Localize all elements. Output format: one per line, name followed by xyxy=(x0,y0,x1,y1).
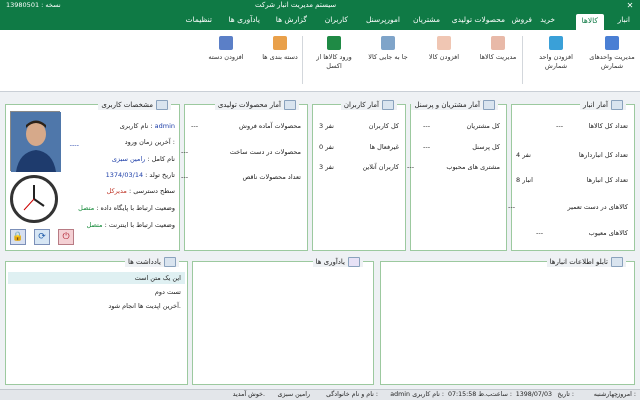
tab-products[interactable]: محصولات تولیدی xyxy=(452,15,505,24)
power-button[interactable]: ⏻ xyxy=(58,229,74,245)
window-title: سیستم مدیریت انبار شرکت xyxy=(255,1,337,9)
factory-icon xyxy=(284,100,296,110)
manage-goods-button[interactable]: مدیریت کالاها xyxy=(472,36,524,62)
units-button[interactable]: مدیریت واحدهای شمارش xyxy=(586,36,638,71)
refresh-button[interactable]: ⟳ xyxy=(34,229,50,245)
tab-sales[interactable]: فروش xyxy=(511,15,532,24)
tab-warehouse[interactable]: انبار xyxy=(618,15,630,24)
version-label: نسخه : 13980501 xyxy=(6,1,61,9)
grid-icon xyxy=(605,36,619,50)
tab-goods[interactable]: کالاها xyxy=(575,14,604,30)
list-item[interactable]: آخرین اپدیت ها انجام شود. xyxy=(8,300,185,312)
clock-icon xyxy=(10,175,58,223)
ribbon: مدیریت واحدهای شمارش افزودن واحد شمارش م… xyxy=(0,30,640,92)
list-icon xyxy=(219,36,233,50)
tab-personnel[interactable]: امورپرسنل xyxy=(366,15,400,24)
tab-reminders[interactable]: یادآوری ها xyxy=(228,15,260,24)
notes-panel: یادداشت ها این یک متن است تست دوم آخرین … xyxy=(5,257,188,385)
move-goods-button[interactable]: جا به جایی کالا xyxy=(362,36,414,62)
folder-icon xyxy=(273,36,287,50)
tab-customers[interactable]: مشتریان xyxy=(413,15,440,24)
move-icon xyxy=(381,36,395,50)
avatar xyxy=(10,111,61,172)
grid-add-icon xyxy=(549,36,563,50)
home-icon xyxy=(611,257,623,267)
customers-stats-panel: آمار مشتریان و پرسنل کل مشتریان --- کل پر… xyxy=(407,100,507,251)
lock-button[interactable]: 🔒 xyxy=(10,229,26,245)
notes-icon xyxy=(164,257,176,267)
box-icon xyxy=(491,36,505,50)
users-stats-panel: آمار کاربران کل کاربران 3 نفر غیرفعال ها 0… xyxy=(312,100,406,251)
id-card-icon xyxy=(156,100,168,110)
user-icon xyxy=(382,100,394,110)
warehouse-board-panel: تابلو اطلاعات انبارها xyxy=(380,257,635,385)
close-icon[interactable]: ✕ xyxy=(624,0,636,12)
panel-title: آمار انبار xyxy=(583,101,608,109)
tab-reports[interactable]: گزارش ها xyxy=(276,15,307,24)
status-bar: امروز : چهارشنبه تاریخ : 1398/07/03 ساعت… xyxy=(0,389,640,400)
tab-users[interactable]: کاربران xyxy=(325,15,348,24)
people-icon xyxy=(483,100,495,110)
list-item[interactable]: تست دوم xyxy=(8,286,185,298)
import-excel-button[interactable]: ورود کالاها از اکسل xyxy=(308,36,360,71)
menu-tabs: انبار کالاها خرید فروش محصولات تولیدی مش… xyxy=(0,12,640,30)
warehouse-stats-panel: آمار انبار تعداد کل کالاها --- تعداد کل ا… xyxy=(508,100,635,251)
megaphone-icon xyxy=(348,257,360,267)
products-stats-panel: آمار محصولات تولیدی محصولات آماده فروش --… xyxy=(181,100,308,251)
box-add-icon xyxy=(437,36,451,50)
warehouse-icon xyxy=(611,100,623,110)
title-bar: نسخه : 13980501 سیستم مدیریت انبار شرکت … xyxy=(0,0,640,12)
excel-icon xyxy=(327,36,341,50)
list-item[interactable]: این یک متن است xyxy=(8,272,185,284)
add-goods-button[interactable]: افزودن کالا xyxy=(418,36,470,62)
reminders-panel: یادآوری ها xyxy=(192,257,374,385)
categories-button[interactable]: دسته بندی ها xyxy=(254,36,306,62)
profile-panel: مشخصات کاربری 🔒 ⟳ ⏻ نام کاربری : admin آ… xyxy=(5,100,180,251)
add-category-button[interactable]: افزودن دسته xyxy=(200,36,252,62)
tab-purchase[interactable]: خرید xyxy=(540,15,555,24)
tab-settings[interactable]: تنظیمات xyxy=(186,15,212,24)
add-unit-button[interactable]: افزودن واحد شمارش xyxy=(530,36,582,71)
